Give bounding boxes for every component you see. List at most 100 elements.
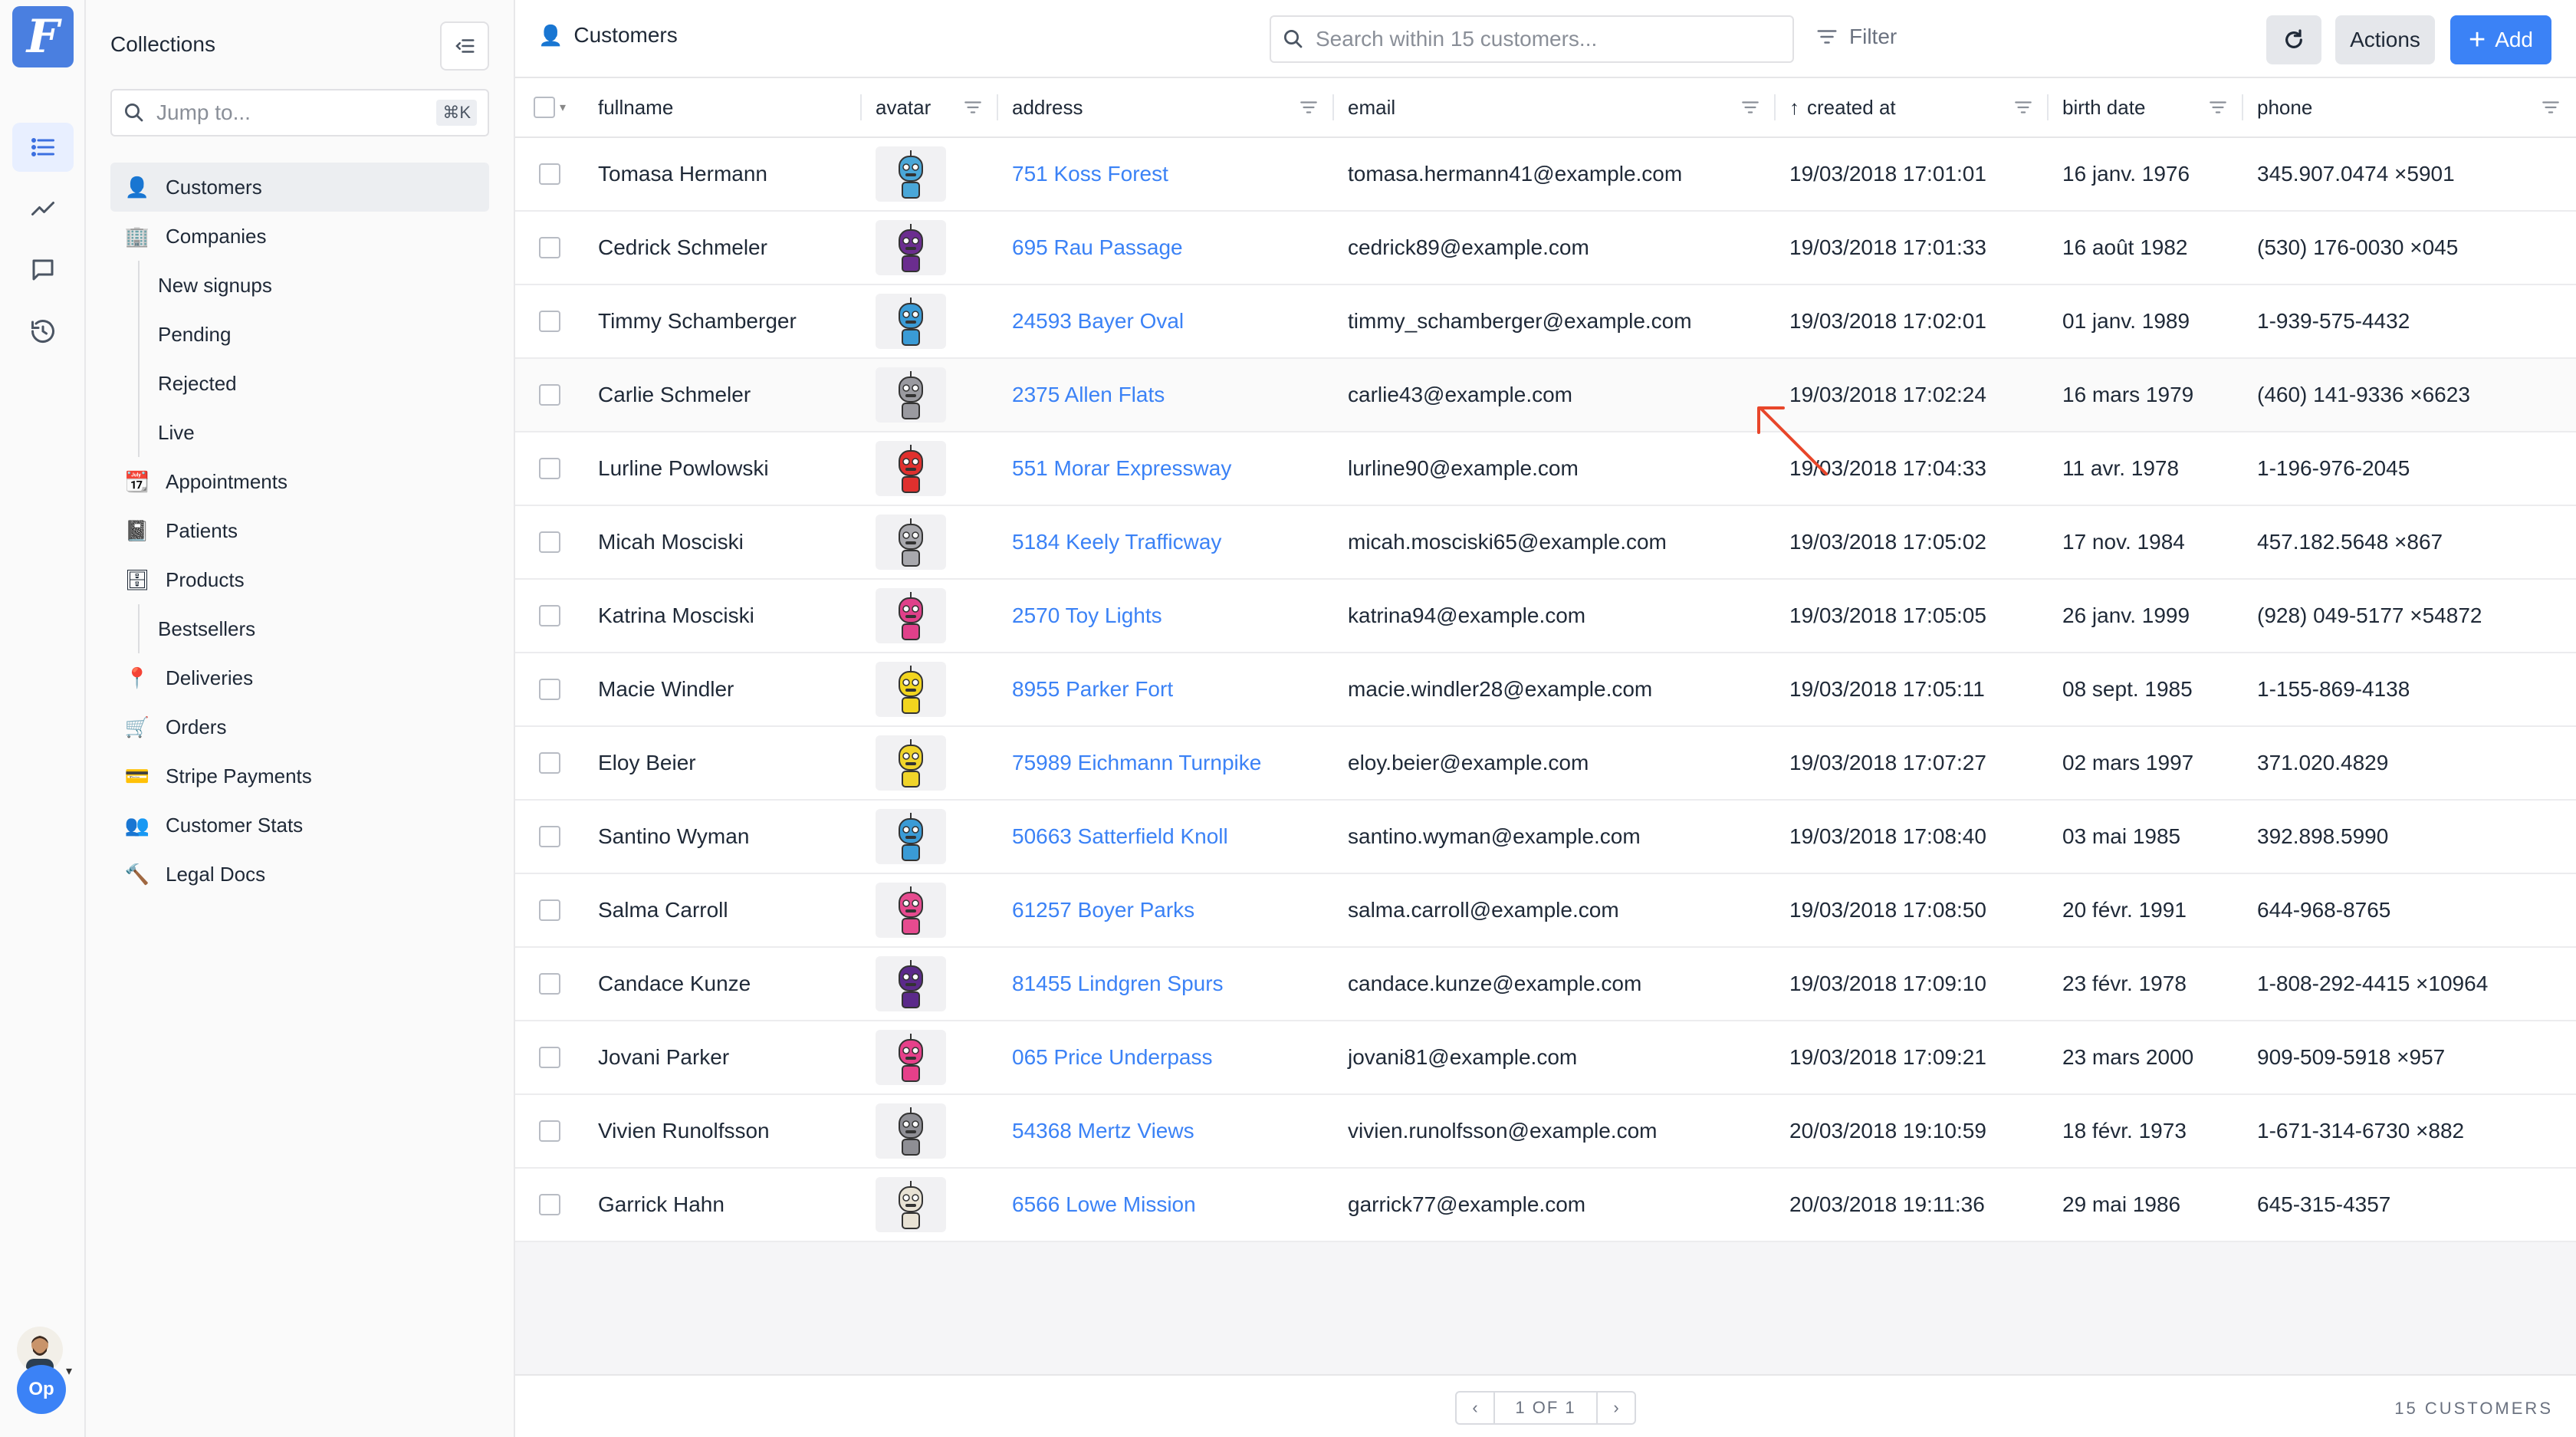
sidebar-item-legal-docs[interactable]: 🔨 Legal Docs	[110, 850, 489, 899]
column-header-created-at[interactable]: ↑ created at	[1776, 77, 2049, 137]
row-checkbox[interactable]	[539, 826, 560, 847]
address-link[interactable]: 50663 Satterfield Knoll	[1012, 824, 1228, 849]
row-select-cell[interactable]	[515, 1094, 584, 1168]
prev-page-button[interactable]: ‹	[1457, 1393, 1493, 1423]
address-link[interactable]: 61257 Boyer Parks	[1012, 898, 1194, 922]
cell-address[interactable]: 695 Rau Passage	[998, 211, 1334, 284]
column-header-address[interactable]: address	[998, 77, 1334, 137]
address-link[interactable]: 75989 Eichmann Turnpike	[1012, 751, 1261, 775]
column-filter-icon[interactable]	[1740, 97, 1760, 117]
table-row[interactable]: Micah Mosciski 5184 Keely Trafficway micah…	[515, 506, 2576, 580]
row-select-cell[interactable]	[515, 873, 584, 947]
sidebar-item-stripe-payments[interactable]: 💳 Stripe Payments	[110, 751, 489, 801]
row-select-cell[interactable]	[515, 358, 584, 432]
address-link[interactable]: 065 Price Underpass	[1012, 1045, 1212, 1070]
cell-address[interactable]: 50663 Satterfield Knoll	[998, 800, 1334, 873]
sidebar-item-patients[interactable]: 📓 Patients	[110, 506, 489, 555]
sidebar-item-customers[interactable]: 👤 Customers	[110, 163, 489, 212]
sidebar-item-companies[interactable]: 🏢 Companies	[110, 212, 489, 261]
table-row[interactable]: Candace Kunze 81455 Lindgren Spurs candace…	[515, 948, 2576, 1021]
table-row[interactable]: Garrick Hahn 6566 Lowe Mission garrick77@e…	[515, 1169, 2576, 1242]
table-row[interactable]: Tomasa Hermann 751 Koss Forest tomasa.herm…	[515, 138, 2576, 212]
cell-address[interactable]: 551 Morar Expressway	[998, 432, 1334, 505]
column-header-avatar[interactable]: avatar	[862, 77, 998, 137]
table-row[interactable]: Santino Wyman 50663 Satterfield Knoll sant…	[515, 801, 2576, 874]
row-checkbox[interactable]	[539, 458, 560, 479]
cell-address[interactable]: 751 Koss Forest	[998, 137, 1334, 211]
row-checkbox[interactable]	[539, 531, 560, 553]
select-all-header[interactable]: ▾	[515, 77, 584, 137]
row-select-cell[interactable]	[515, 653, 584, 726]
sidebar-item-appointments[interactable]: 📆 Appointments	[110, 457, 489, 506]
column-header-birth-date[interactable]: birth date	[2049, 77, 2243, 137]
refresh-button[interactable]	[2266, 15, 2321, 64]
sidebar-subitem-live[interactable]: Live	[138, 408, 489, 457]
cell-address[interactable]: 24593 Bayer Oval	[998, 284, 1334, 358]
row-select-cell[interactable]	[515, 1168, 584, 1241]
column-filter-icon[interactable]	[2208, 97, 2228, 117]
jump-to-search[interactable]: Jump to... ⌘K	[110, 89, 489, 136]
row-select-cell[interactable]	[515, 211, 584, 284]
row-select-cell[interactable]	[515, 432, 584, 505]
row-checkbox[interactable]	[539, 752, 560, 774]
row-checkbox[interactable]	[539, 384, 560, 406]
sidebar-subitem-new-signups[interactable]: New signups	[138, 261, 489, 310]
address-link[interactable]: 5184 Keely Trafficway	[1012, 530, 1221, 554]
analytics-nav-button[interactable]	[12, 184, 74, 233]
row-checkbox[interactable]	[539, 973, 560, 995]
table-row[interactable]: Eloy Beier 75989 Eichmann Turnpike eloy.be…	[515, 727, 2576, 801]
cell-address[interactable]: 2570 Toy Lights	[998, 579, 1334, 653]
row-checkbox[interactable]	[539, 1047, 560, 1068]
address-link[interactable]: 2375 Allen Flats	[1012, 383, 1165, 407]
app-logo[interactable]: F	[12, 6, 74, 67]
next-page-button[interactable]: ›	[1598, 1393, 1635, 1423]
sidebar-item-deliveries[interactable]: 📍 Deliveries	[110, 653, 489, 702]
sidebar-subitem-bestsellers[interactable]: Bestsellers	[138, 604, 489, 653]
row-select-cell[interactable]	[515, 505, 584, 579]
table-row[interactable]: Lurline Powlowski 551 Morar Expressway lur…	[515, 432, 2576, 506]
column-header-phone[interactable]: phone	[2243, 77, 2576, 137]
cell-address[interactable]: 61257 Boyer Parks	[998, 873, 1334, 947]
address-link[interactable]: 751 Koss Forest	[1012, 162, 1168, 186]
search-input[interactable]: Search within 15 customers...	[1270, 15, 1794, 63]
table-row[interactable]: Macie Windler 8955 Parker Fort macie.windl…	[515, 653, 2576, 727]
table-row[interactable]: Salma Carroll 61257 Boyer Parks salma.carr…	[515, 874, 2576, 948]
row-checkbox[interactable]	[539, 899, 560, 921]
cell-address[interactable]: 6566 Lowe Mission	[998, 1168, 1334, 1241]
cell-address[interactable]: 8955 Parker Fort	[998, 653, 1334, 726]
sidebar-subitem-pending[interactable]: Pending	[138, 310, 489, 359]
sidebar-item-orders[interactable]: 🛒 Orders	[110, 702, 489, 751]
cell-address[interactable]: 75989 Eichmann Turnpike	[998, 726, 1334, 800]
row-select-cell[interactable]	[515, 947, 584, 1021]
cell-address[interactable]: 81455 Lindgren Spurs	[998, 947, 1334, 1021]
cell-address[interactable]: 5184 Keely Trafficway	[998, 505, 1334, 579]
cell-address[interactable]: 065 Price Underpass	[998, 1021, 1334, 1094]
address-link[interactable]: 81455 Lindgren Spurs	[1012, 972, 1224, 996]
add-button[interactable]: + Add	[2450, 15, 2551, 64]
caret-down-icon[interactable]: ▾	[66, 1363, 72, 1379]
caret-down-icon[interactable]: ▾	[560, 100, 566, 115]
cell-address[interactable]: 54368 Mertz Views	[998, 1094, 1334, 1168]
sidebar-item-products[interactable]: 🗄 Products	[110, 555, 489, 604]
sidebar-subitem-rejected[interactable]: Rejected	[138, 359, 489, 408]
column-header-fullname[interactable]: fullname	[584, 77, 862, 137]
row-select-cell[interactable]	[515, 284, 584, 358]
row-select-cell[interactable]	[515, 800, 584, 873]
chat-nav-button[interactable]	[12, 245, 74, 294]
filter-button[interactable]: Filter	[1815, 25, 1897, 49]
row-checkbox[interactable]	[539, 679, 560, 700]
row-select-cell[interactable]	[515, 726, 584, 800]
address-link[interactable]: 24593 Bayer Oval	[1012, 309, 1184, 334]
address-link[interactable]: 551 Morar Expressway	[1012, 456, 1231, 481]
collapse-sidebar-button[interactable]	[440, 21, 489, 71]
table-row[interactable]: Cedrick Schmeler 695 Rau Passage cedrick89…	[515, 212, 2576, 285]
column-header-email[interactable]: email	[1334, 77, 1776, 137]
row-checkbox[interactable]	[539, 163, 560, 185]
column-filter-icon[interactable]	[963, 97, 983, 117]
column-filter-icon[interactable]	[1299, 97, 1319, 117]
table-row[interactable]: Carlie Schmeler 2375 Allen Flats carlie43@…	[515, 359, 2576, 432]
table-row[interactable]: Vivien Runolfsson 54368 Mertz Views vivien…	[515, 1095, 2576, 1169]
row-select-cell[interactable]	[515, 1021, 584, 1094]
row-checkbox[interactable]	[539, 237, 560, 258]
table-row[interactable]: Timmy Schamberger 24593 Bayer Oval timmy_s…	[515, 285, 2576, 359]
